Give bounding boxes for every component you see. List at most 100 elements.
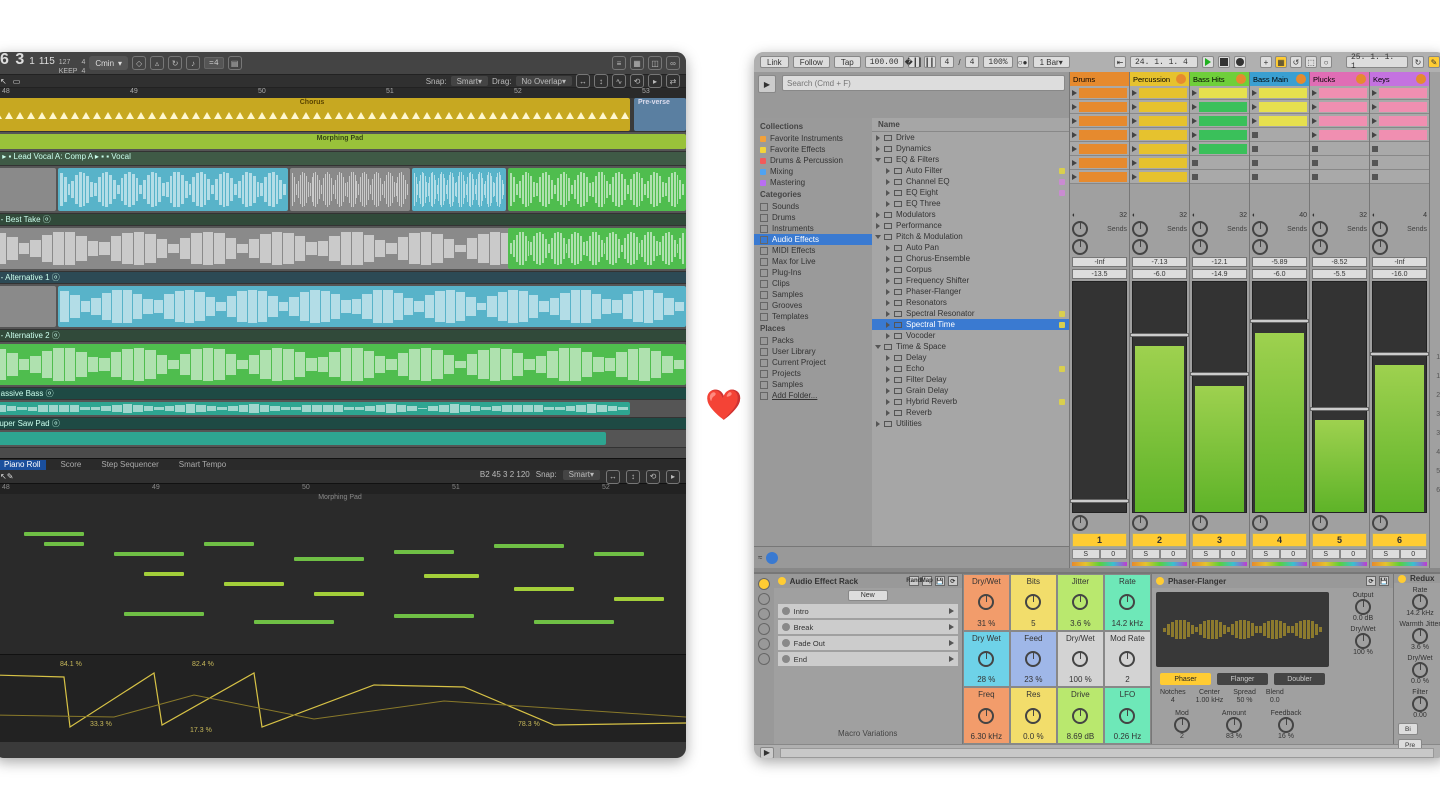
- pointer-tool-icon[interactable]: ↖: [0, 77, 7, 86]
- track-header[interactable]: Plucks: [1310, 72, 1369, 86]
- zoom-h-icon[interactable]: ↔: [576, 74, 590, 88]
- tree-item[interactable]: Reverb: [872, 407, 1069, 418]
- tree-item[interactable]: Channel EQ: [872, 176, 1069, 187]
- tree-item[interactable]: Hybrid Reverb: [872, 396, 1069, 407]
- link-icon[interactable]: ⟲: [630, 74, 644, 88]
- macro-knob[interactable]: Rate14.2 kHz: [1104, 574, 1151, 631]
- phaser-param[interactable]: Blend0.0: [1266, 689, 1284, 704]
- midi-note[interactable]: [494, 544, 564, 548]
- quantize-select[interactable]: 1 Bar ▾: [1033, 56, 1070, 68]
- track-header[interactable]: Bass Hits: [1190, 72, 1249, 86]
- tree-item[interactable]: EQ Three: [872, 198, 1069, 209]
- link-icon[interactable]: ⟲: [646, 470, 660, 484]
- clip-slot[interactable]: [1130, 86, 1189, 100]
- clip-slot[interactable]: [1190, 156, 1249, 170]
- clip-slot[interactable]: [1370, 86, 1429, 100]
- collection-item[interactable]: Favorite Instruments: [754, 133, 872, 144]
- volume-meter[interactable]: [1192, 281, 1247, 513]
- zoom-v-icon[interactable]: ↕: [626, 470, 640, 484]
- chain-play-icon[interactable]: [949, 656, 954, 662]
- arm-button[interactable]: 0: [1400, 549, 1428, 559]
- clip-slot[interactable]: [1250, 170, 1309, 184]
- place-item[interactable]: Current Project: [754, 357, 872, 368]
- macro-knob[interactable]: Jitter3.6 %: [1057, 574, 1104, 631]
- tree-item[interactable]: Utilities: [872, 418, 1069, 429]
- tree-item[interactable]: Corpus: [872, 264, 1069, 275]
- phaser-mode-tab[interactable]: Phaser: [1160, 673, 1211, 685]
- clip-slot[interactable]: [1190, 142, 1249, 156]
- clip-slot[interactable]: [1130, 156, 1189, 170]
- macro-knob[interactable]: Mod Rate2: [1104, 631, 1151, 688]
- phaser-mode-tab[interactable]: Flanger: [1217, 673, 1268, 685]
- clip-slot[interactable]: [1250, 128, 1309, 142]
- overdub-icon[interactable]: +: [1260, 56, 1272, 68]
- metronome-icon[interactable]: ◇: [132, 56, 146, 70]
- clip-slot[interactable]: [1070, 170, 1129, 184]
- phaser-knob[interactable]: Amount83 %: [1210, 710, 1258, 740]
- pencil-tool-icon[interactable]: ✎: [7, 472, 14, 481]
- arrange-area[interactable]: Chorus Pre-verse Morphing Pad ♫ ▸ ▪ Lead…: [0, 98, 686, 458]
- macro-knob[interactable]: Bits5: [1010, 574, 1057, 631]
- sig-den[interactable]: 4: [965, 56, 980, 68]
- phaser-out-knob[interactable]: Output0.0 dB: [1339, 592, 1387, 622]
- clip-slot[interactable]: [1070, 142, 1129, 156]
- collection-item[interactable]: Mixing: [754, 166, 872, 177]
- tree-item[interactable]: Filter Delay: [872, 374, 1069, 385]
- clip-slot[interactable]: [1070, 86, 1129, 100]
- clip-slot[interactable]: [1130, 100, 1189, 114]
- device-view-icon[interactable]: [758, 623, 770, 635]
- automation-lanes[interactable]: 84.1 % 82.4 % 33.3 % 17.3 % 78.3 %: [0, 654, 686, 742]
- track-header[interactable]: Percussion: [1130, 72, 1189, 86]
- hotswap-icon[interactable]: ⟳: [948, 576, 958, 586]
- chain-play-icon[interactable]: [949, 608, 954, 614]
- tempo-field[interactable]: 100.00: [865, 56, 904, 68]
- tree-item[interactable]: Pitch & Modulation: [872, 231, 1069, 242]
- zoom-field[interactable]: 100%: [983, 56, 1012, 68]
- editor-tab[interactable]: Score: [54, 460, 87, 470]
- take-comp-track[interactable]: [0, 166, 686, 214]
- arrange-ruler[interactable]: 484950515253: [0, 88, 686, 98]
- category-item[interactable]: Max for Live: [754, 256, 872, 267]
- tree-item[interactable]: Performance: [872, 220, 1069, 231]
- category-item[interactable]: Drums: [754, 212, 872, 223]
- tree-item[interactable]: Time & Space: [872, 341, 1069, 352]
- track-activator[interactable]: 3: [1192, 533, 1247, 547]
- midi-note[interactable]: [254, 620, 334, 624]
- tree-item[interactable]: Spectral Resonator: [872, 308, 1069, 319]
- take1-track[interactable]: [0, 342, 686, 388]
- clip-slot[interactable]: [1310, 114, 1369, 128]
- preview-indicator-icon[interactable]: [766, 552, 778, 564]
- track-io-icon[interactable]: [1356, 74, 1366, 84]
- pan-knob[interactable]: [1132, 515, 1148, 531]
- redux-knob[interactable]: Dry/Wet0.0 %: [1398, 655, 1440, 685]
- editor-tab[interactable]: Piano Roll: [0, 460, 46, 470]
- clip-slot[interactable]: [1310, 128, 1369, 142]
- clip-slot[interactable]: [1310, 170, 1369, 184]
- master-icon[interactable]: ▤: [228, 56, 242, 70]
- cycle-icon[interactable]: ↻: [168, 56, 182, 70]
- solo-button[interactable]: S: [1312, 549, 1340, 559]
- send-knob[interactable]: [1312, 221, 1328, 237]
- clip-slot[interactable]: [1370, 170, 1429, 184]
- track-activator[interactable]: 4: [1252, 533, 1307, 547]
- search-input[interactable]: [782, 75, 1065, 91]
- rand-button[interactable]: Rand: [909, 576, 919, 586]
- midi-note[interactable]: [224, 582, 284, 586]
- tuner-icon[interactable]: ♪: [186, 56, 200, 70]
- zoom-v-icon[interactable]: ↕: [594, 74, 608, 88]
- midi-note[interactable]: [294, 557, 364, 561]
- collection-item[interactable]: Drums & Percussion: [754, 155, 872, 166]
- tree-item[interactable]: Drive: [872, 132, 1069, 143]
- arm-button[interactable]: 0: [1280, 549, 1308, 559]
- clip-slot[interactable]: [1190, 170, 1249, 184]
- sig-num[interactable]: 4: [940, 56, 955, 68]
- clip-slot[interactable]: [1130, 142, 1189, 156]
- phaser-knob[interactable]: Feedback16 %: [1262, 710, 1310, 740]
- hot-swap-icon[interactable]: [758, 653, 770, 665]
- midi-note[interactable]: [204, 542, 254, 546]
- volume-meter[interactable]: [1132, 281, 1187, 513]
- volume-meter[interactable]: [1252, 281, 1307, 513]
- track-header[interactable]: Keys: [1370, 72, 1429, 86]
- arm-button[interactable]: 0: [1220, 549, 1248, 559]
- category-item[interactable]: Templates: [754, 311, 872, 322]
